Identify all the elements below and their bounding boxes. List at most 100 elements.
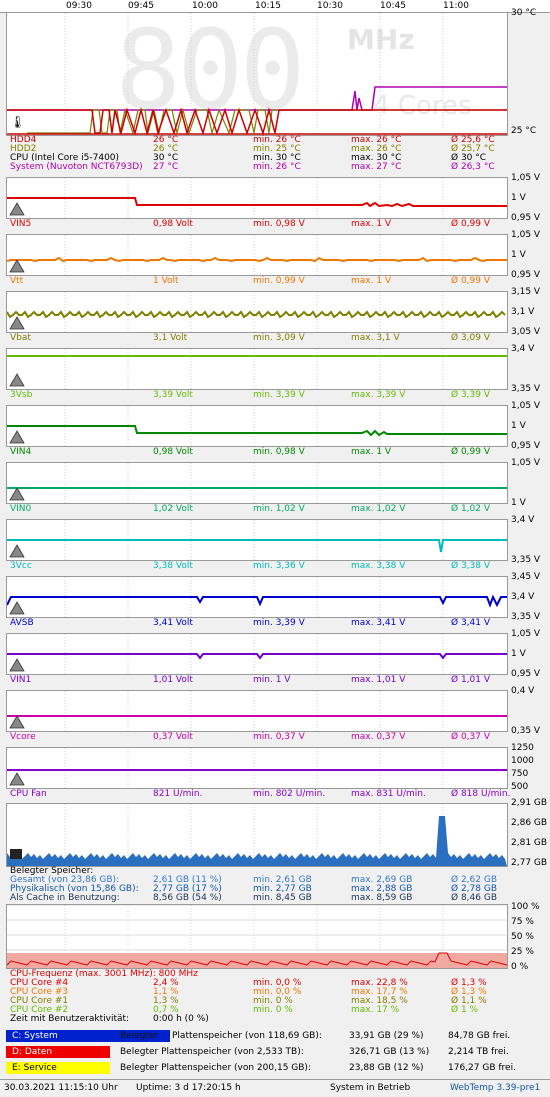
sensor-max: max. 3,1 V xyxy=(351,333,400,343)
warning-icon xyxy=(9,316,25,330)
drive-usage-bar: D: Daten xyxy=(6,1046,110,1058)
sensor-min: min. 1 V xyxy=(253,675,291,685)
temperature-graph: 800 MHz 4 Cores 🌡 xyxy=(6,12,508,136)
user-activity-value: 0:00 h (0 %) xyxy=(153,1014,209,1024)
sensor-avg: Ø 3,39 V xyxy=(451,390,491,400)
sensor-current: 1,02 Volt xyxy=(153,504,193,514)
sensor-scale-label: 1,05 V xyxy=(511,629,541,639)
sensor-row: AVSB 3,41 Volt min. 3,39 V max. 3,41 V Ø 3,4… xyxy=(10,618,510,628)
sensor-max: max. 1 V xyxy=(351,276,392,286)
sensor-scale-label: 3,4 V xyxy=(511,344,535,354)
sensor-max: max. 1 V xyxy=(351,219,392,229)
warning-icon xyxy=(9,715,25,729)
status-bar: 30.03.2021 11:15:10 Uhr Uptime: 3 d 17:2… xyxy=(0,1079,550,1097)
app-version-link[interactable]: WebTemp 3.39-pre1 xyxy=(450,1083,540,1093)
sensor-series-line xyxy=(7,539,507,553)
warning-icon xyxy=(9,373,25,387)
sensor-min: min. 0,98 V xyxy=(253,219,305,229)
drive-label: E: Service xyxy=(12,1063,57,1073)
drive-row-e[interactable]: E: Service Belegter Plattenspeicher (von… xyxy=(6,1062,544,1074)
sensor-max: max. 3,38 V xyxy=(351,561,406,571)
sensor-avg: Ø 1,02 V xyxy=(451,504,491,514)
mem-scale: 2,91 GB xyxy=(511,798,548,808)
cpu-scale: 25 % xyxy=(511,947,534,957)
sensor-max: max. 1,01 V xyxy=(351,675,406,685)
sensor-graph-cpu-fan xyxy=(6,747,508,789)
sensor-scale-label: 3,4 V xyxy=(511,592,535,602)
drive-label: C: System xyxy=(12,1031,58,1041)
sensor-scale-label: 3,4 V xyxy=(511,515,535,525)
sensor-line xyxy=(7,577,507,617)
sensor-current: 821 U/min. xyxy=(153,789,203,799)
mem-scale: 2,77 GB xyxy=(511,858,548,868)
drive-free: 84,78 GB frei. xyxy=(448,1031,511,1041)
sensor-avg: Ø 0,99 V xyxy=(451,447,491,457)
sensor-graph-vin5 xyxy=(6,177,508,219)
sensor-scale-label: 0,95 V xyxy=(511,441,541,451)
sensor-min: min. 3,39 V xyxy=(253,618,305,628)
sensor-min: min. 3,39 V xyxy=(253,390,305,400)
warning-icon xyxy=(9,544,25,558)
drive-free: 176,27 GB frei. xyxy=(448,1063,516,1073)
sensor-line xyxy=(7,292,506,332)
sensor-line xyxy=(7,463,507,503)
sensor-avg: Ø 0,99 V xyxy=(451,276,491,286)
drive-row-d[interactable]: D: Daten Belegter Plattenspeicher (von 2… xyxy=(6,1046,544,1058)
sensor-scale-label: 3,05 V xyxy=(511,327,541,337)
sensor-scale-label: 3,35 V xyxy=(511,555,541,565)
drive-usage-bar: E: Service xyxy=(6,1062,110,1074)
sensor-current: 3,1 Volt xyxy=(153,333,188,343)
drive-free: 2,214 TB frei. xyxy=(448,1047,509,1057)
sensor-row: VIN5 0,98 Volt min. 0,98 V max. 1 V Ø 0,99 V xyxy=(10,219,510,229)
drive-desc: Belegter Plattenspeicher (von 2,533 TB): xyxy=(120,1047,304,1057)
sensor-scale-label: 0,95 V xyxy=(511,213,541,223)
sensor-graph-3vsb xyxy=(6,348,508,390)
sensor-scale-label: 1 V xyxy=(511,649,526,659)
sensor-min: min. 802 U/min. xyxy=(253,789,326,799)
sensor-avg: Ø 3,09 V xyxy=(451,333,491,343)
status-uptime: Uptime: 3 d 17:20:15 h xyxy=(136,1083,241,1093)
sensor-min: min. 0,99 V xyxy=(253,276,305,286)
mem-avg: Ø 8,46 GB xyxy=(451,893,497,903)
sensor-line xyxy=(7,634,507,674)
sensor-series-line xyxy=(7,256,507,263)
temp-row: System (Nuvoton NCT6793D) 27 °C min. 26 °C… xyxy=(10,162,510,172)
sensor-min: min. 3,09 V xyxy=(253,333,305,343)
fan-icon xyxy=(9,772,25,786)
drive-used: 33,91 GB (29 %) xyxy=(349,1031,424,1041)
sensor-current: 0,98 Volt xyxy=(153,447,193,457)
sensor-current: 0,98 Volt xyxy=(153,219,193,229)
drive-row-c[interactable]: C: System Belegter Plattenspeicher (von … xyxy=(6,1030,544,1042)
sensor-scale-label: 1,05 V xyxy=(511,230,541,240)
sensor-row: VIN1 1,01 Volt min. 1 V max. 1,01 V Ø 1,01 V xyxy=(10,675,510,685)
sensor-scale-label: 1,05 V xyxy=(511,401,541,411)
mem-name: Als Cache in Benutzung: xyxy=(10,893,120,903)
sensor-scale-label: 1 V xyxy=(511,193,526,203)
mem-scale: 2,86 GB xyxy=(511,818,548,828)
sensor-scale-label: 3,45 V xyxy=(511,572,541,582)
sensor-scale-label: 1 V xyxy=(511,498,526,508)
sensor-scale-label: 1000 xyxy=(511,756,534,766)
drive-label: D: Daten xyxy=(12,1047,53,1057)
temp-scale-bottom: 25 °C xyxy=(511,126,537,136)
sensor-graph-avsb xyxy=(6,576,508,618)
cpu-scale: 50 % xyxy=(511,932,534,942)
sensor-name: 3Vcc xyxy=(10,561,32,571)
sensor-scale-label: 3,35 V xyxy=(511,384,541,394)
sensor-current: 0,37 Volt xyxy=(153,732,193,742)
cpu-load-area xyxy=(7,905,507,968)
sensor-name: 3Vsb xyxy=(10,390,33,400)
cpu-load-graph xyxy=(6,904,508,969)
sensor-line xyxy=(7,520,507,560)
sensor-scale-label: 1250 xyxy=(511,743,534,753)
sensor-scale-label: 500 xyxy=(511,782,529,792)
sensor-graph-vbat xyxy=(6,291,508,333)
thermometer-icon: 🌡 xyxy=(10,115,26,129)
sensor-scale-label: 3,1 V xyxy=(511,307,535,317)
cpu-scale: 75 % xyxy=(511,917,534,927)
sensor-name: Vbat xyxy=(10,333,31,343)
warning-icon xyxy=(9,487,25,501)
time-label: 10:45 xyxy=(380,1,406,11)
mem-scale: 2,81 GB xyxy=(511,838,548,848)
sensor-max: max. 1,02 V xyxy=(351,504,406,514)
